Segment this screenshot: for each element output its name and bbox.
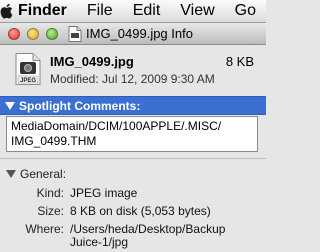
modified-date: Modified: Jul 12, 2009 9:30 AM — [50, 72, 215, 86]
size-value: 8 KB on disk (5,053 bytes) — [70, 204, 211, 218]
jpeg-file-icon — [68, 25, 82, 42]
comments-line-2: IMG_0499.THM — [11, 134, 97, 148]
menu-go[interactable]: Go — [225, 2, 266, 20]
info-header: JPEG IMG_0499.jpg 8 KB Modified: Jul 12,… — [0, 45, 266, 93]
disclosure-triangle-icon[interactable] — [5, 101, 15, 110]
menu-view[interactable]: View — [170, 2, 224, 20]
file-name: IMG_0499.jpg — [50, 54, 134, 69]
disclosure-triangle-icon[interactable] — [6, 170, 16, 178]
jpeg-document-icon: JPEG — [15, 53, 41, 85]
minimize-icon[interactable] — [27, 27, 39, 40]
kind-value: JPEG image — [70, 186, 138, 200]
comments-line-1: MediaDomain/DCIM/100APPLE/.MISC/ — [11, 119, 222, 133]
spotlight-comments-label: Spotlight Comments: — [19, 98, 141, 113]
menu-file[interactable]: File — [77, 2, 123, 20]
general-section-header[interactable]: General: — [0, 166, 266, 182]
menu-finder[interactable]: Finder — [14, 2, 77, 20]
menu-edit[interactable]: Edit — [123, 2, 171, 20]
svg-text:JPEG: JPEG — [20, 78, 36, 84]
spotlight-comments-field[interactable]: MediaDomain/DCIM/100APPLE/.MISC/ IMG_049… — [6, 116, 258, 152]
zoom-icon[interactable] — [46, 27, 58, 40]
size-row: Size: 8 KB on disk (5,053 bytes) — [0, 204, 266, 219]
window-title-bar[interactable]: IMG_0499.jpg Info — [0, 23, 266, 45]
window-title: IMG_0499.jpg Info — [86, 26, 193, 41]
section-divider — [0, 158, 266, 159]
spotlight-comments-header[interactable]: Spotlight Comments: — [0, 96, 266, 115]
menu-bar: Finder File Edit View Go — [0, 0, 266, 23]
kind-row: Kind: JPEG image — [0, 186, 266, 201]
where-label: Where: — [25, 222, 64, 236]
close-icon[interactable] — [8, 27, 20, 40]
file-size: 8 KB — [225, 54, 254, 69]
kind-label: Kind: — [36, 186, 64, 200]
general-label: General: — [20, 167, 67, 181]
apple-logo-icon[interactable] — [0, 3, 14, 19]
size-label: Size: — [37, 204, 64, 218]
